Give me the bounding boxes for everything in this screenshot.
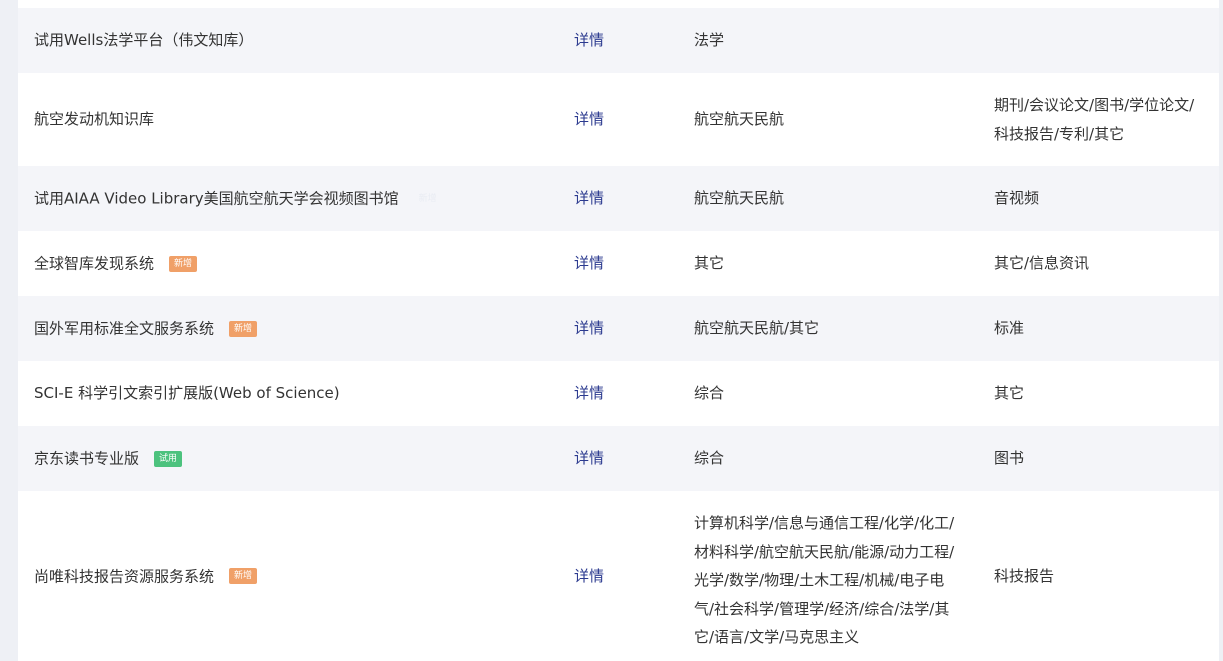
detail-link[interactable]: 详情	[574, 184, 604, 213]
detail-cell: 详情	[574, 361, 684, 426]
detail-cell: 详情	[574, 8, 684, 73]
table-row: 试用Wells法学平台（伟文知库） 详情 法学	[18, 8, 1219, 73]
detail-cell: 详情	[574, 491, 684, 661]
table-row: 京东读书专业版 试用 详情 综合 图书	[18, 426, 1219, 491]
table-row: 国外军用标准全文服务系统 新增 详情 航空航天民航/其它 标准	[18, 296, 1219, 361]
detail-link[interactable]: 详情	[574, 314, 604, 343]
table-top-strip	[18, 0, 1219, 8]
trial-badge: 试用	[154, 450, 183, 467]
subject-text: 法学	[694, 31, 725, 50]
new-badge: 新增	[229, 568, 258, 585]
database-name-cell: 京东读书专业版 试用	[34, 426, 574, 491]
type-cell: 音视频	[994, 166, 1209, 231]
type-text: 其它	[994, 384, 1025, 403]
type-cell: 其它/信息资讯	[994, 231, 1209, 296]
subject-text: 航空航天民航	[694, 189, 785, 208]
type-text: 期刊/会议论文/图书/学位论文/科技报告/专利/其它	[994, 96, 1195, 143]
type-cell: 其它	[994, 361, 1209, 426]
database-name-cell: SCI-E 科学引文索引扩展版(Web of Science)	[34, 361, 574, 426]
subject-text: 计算机科学/信息与通信工程/化学/化工/材料科学/航空航天民航/能源/动力工程/…	[694, 514, 955, 646]
table-row: 尚唯科技报告资源服务系统 新增 详情 计算机科学/信息与通信工程/化学/化工/材料…	[18, 491, 1219, 661]
database-name[interactable]: 航空发动机知识库	[34, 105, 154, 134]
table-row: SCI-E 科学引文索引扩展版(Web of Science) 详情 综合 其它	[18, 361, 1219, 426]
subject-text: 航空航天民航/其它	[694, 319, 820, 338]
subject-cell: 计算机科学/信息与通信工程/化学/化工/材料科学/航空航天民航/能源/动力工程/…	[694, 491, 964, 661]
database-name-cell: 尚唯科技报告资源服务系统 新增	[34, 491, 574, 661]
database-name[interactable]: 尚唯科技报告资源服务系统	[34, 567, 214, 585]
table-row: 航空发动机知识库 详情 航空航天民航 期刊/会议论文/图书/学位论文/科技报告/…	[18, 73, 1219, 166]
database-name-cell: 国外军用标准全文服务系统 新增	[34, 296, 574, 361]
database-name-cell: 试用Wells法学平台（伟文知库）	[34, 8, 574, 73]
subject-cell: 航空航天民航	[694, 73, 964, 166]
detail-cell: 详情	[574, 166, 684, 231]
type-text: 标准	[994, 319, 1025, 338]
new-badge: 新增	[229, 320, 258, 337]
type-text: 其它/信息资讯	[994, 254, 1090, 273]
type-cell: 图书	[994, 426, 1209, 491]
subject-cell: 综合	[694, 361, 964, 426]
detail-link[interactable]: 详情	[574, 26, 604, 55]
database-name[interactable]: 全球智库发现系统	[34, 254, 154, 272]
subject-text: 综合	[694, 384, 725, 403]
type-cell	[994, 8, 1209, 73]
type-text: 图书	[994, 449, 1025, 468]
type-cell: 科技报告	[994, 491, 1209, 661]
table-row: 全球智库发现系统 新增 详情 其它 其它/信息资讯	[18, 231, 1219, 296]
database-name[interactable]: 试用AIAA Video Library美国航空航天学会视频图书馆	[34, 189, 399, 207]
database-name-cell: 全球智库发现系统 新增	[34, 231, 574, 296]
type-cell: 期刊/会议论文/图书/学位论文/科技报告/专利/其它	[994, 73, 1209, 166]
subject-cell: 其它	[694, 231, 964, 296]
detail-cell: 详情	[574, 426, 684, 491]
database-name[interactable]: 试用Wells法学平台（伟文知库）	[34, 26, 253, 55]
database-name[interactable]: 京东读书专业版	[34, 449, 139, 467]
subject-text: 航空航天民航	[694, 110, 785, 129]
detail-cell: 详情	[574, 73, 684, 166]
detail-link[interactable]: 详情	[574, 249, 604, 278]
detail-link[interactable]: 详情	[574, 379, 604, 408]
detail-link[interactable]: 详情	[574, 444, 604, 473]
detail-link[interactable]: 详情	[574, 562, 604, 591]
subject-cell: 航空航天民航/其它	[694, 296, 964, 361]
database-name[interactable]: SCI-E 科学引文索引扩展版(Web of Science)	[34, 379, 340, 408]
database-name-cell: 航空发动机知识库	[34, 73, 574, 166]
subject-cell: 法学	[694, 8, 964, 73]
database-table: 试用Wells法学平台（伟文知库） 详情 法学 航空发动机知识库 详情 航空航天…	[18, 8, 1219, 661]
table-row: 试用AIAA Video Library美国航空航天学会视频图书馆 新增 详情 航…	[18, 166, 1219, 231]
detail-link[interactable]: 详情	[574, 105, 604, 134]
new-badge: 新增	[169, 255, 198, 272]
type-cell: 标准	[994, 296, 1209, 361]
detail-cell: 详情	[574, 231, 684, 296]
detail-cell: 详情	[574, 296, 684, 361]
new-badge: 新增	[418, 193, 437, 204]
database-name[interactable]: 国外军用标准全文服务系统	[34, 319, 214, 337]
subject-text: 综合	[694, 449, 725, 468]
subject-cell: 综合	[694, 426, 964, 491]
subject-cell: 航空航天民航	[694, 166, 964, 231]
type-text: 音视频	[994, 189, 1040, 208]
subject-text: 其它	[694, 254, 725, 273]
type-text: 科技报告	[994, 566, 1055, 585]
database-name-cell: 试用AIAA Video Library美国航空航天学会视频图书馆 新增	[34, 166, 574, 231]
